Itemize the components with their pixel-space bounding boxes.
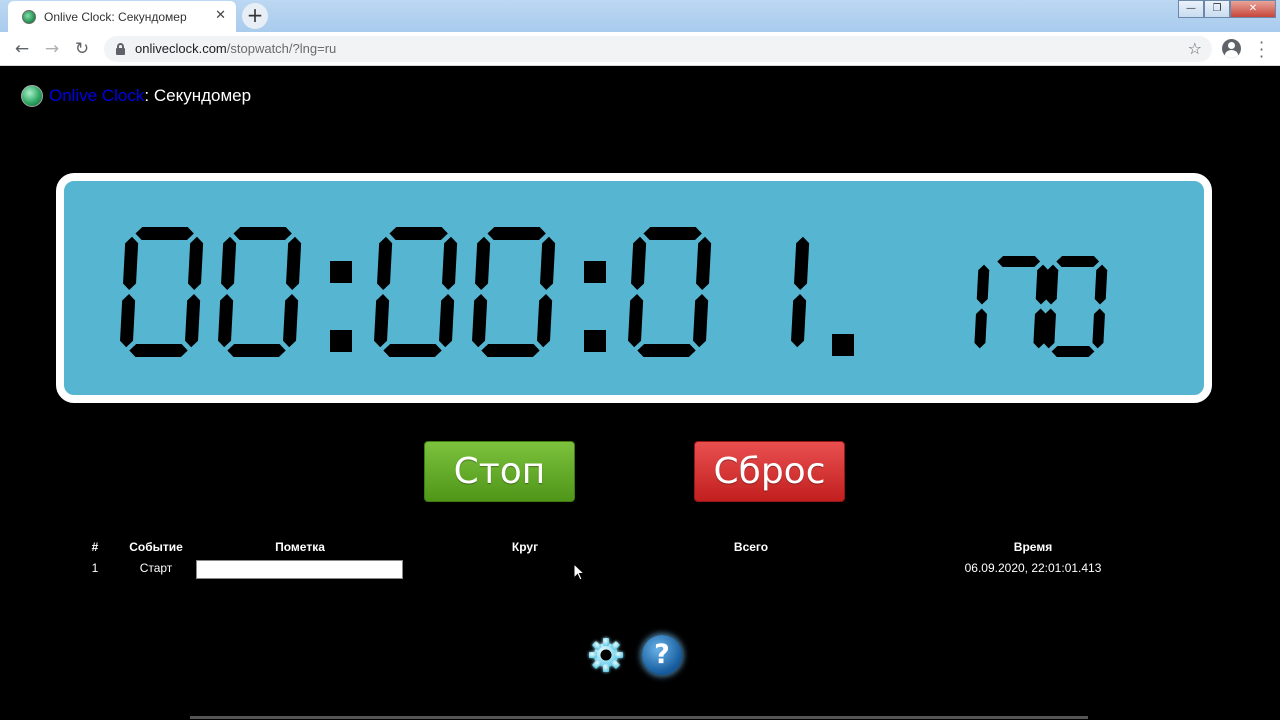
site-logo-icon[interactable] — [21, 85, 43, 107]
row-time: 06.09.2020, 22:01:01.413 — [964, 561, 1102, 575]
profile-icon[interactable] — [1222, 39, 1241, 58]
lock-icon[interactable] — [116, 43, 125, 55]
gear-icon[interactable] — [586, 635, 626, 675]
colon-dot — [330, 261, 352, 283]
digit — [997, 256, 1049, 349]
digit — [374, 227, 458, 357]
forward-icon[interactable]: → — [41, 38, 63, 60]
table-row: 1 Старт 06.09.2020, 22:01:01.413 — [0, 540, 1280, 579]
row-event: Старт — [139, 561, 173, 575]
digit — [974, 264, 990, 349]
page-title: Секундомер — [153, 86, 252, 105]
new-tab-button[interactable]: + — [242, 3, 268, 29]
digit — [1043, 256, 1108, 357]
digit — [218, 227, 302, 357]
stop-button[interactable]: Стоп — [424, 441, 575, 502]
reload-icon[interactable]: ↻ — [71, 38, 93, 60]
note-input[interactable] — [196, 560, 403, 579]
back-icon[interactable]: ← — [11, 38, 33, 60]
url-host: onliveclock.com — [135, 41, 227, 56]
menu-kebab-icon[interactable]: · · · — [1259, 35, 1264, 65]
minimize-button[interactable]: — — [1178, 0, 1204, 18]
browser-tab-bar: Onlive Clock: Секундомер ✕ + — ❐ ✕ — [0, 0, 1280, 32]
reset-button[interactable]: Сброс — [694, 441, 845, 502]
close-window-button[interactable]: ✕ — [1230, 0, 1276, 18]
window-controls: — ❐ ✕ — [1178, 0, 1276, 18]
url-path: /stopwatch/?lng=ru — [226, 41, 337, 56]
url-text: onliveclock.com/stopwatch/?lng=ru — [135, 41, 336, 56]
help-icon[interactable]: ? — [642, 635, 682, 675]
colon-dot — [330, 330, 352, 352]
favicon-icon — [22, 9, 36, 24]
horizontal-scrollbar[interactable] — [190, 716, 1088, 719]
mouse-cursor-icon — [573, 563, 585, 581]
browser-toolbar: ← → ↻ onliveclock.com/stopwatch/?lng=ru … — [0, 32, 1280, 66]
stopwatch-digits — [120, 227, 1108, 357]
address-bar[interactable]: onliveclock.com/stopwatch/?lng=ru ☆ — [104, 36, 1212, 62]
colon-dot — [584, 261, 606, 283]
site-name-link[interactable]: Onlive Clock — [49, 86, 144, 106]
browser-tab[interactable]: Onlive Clock: Секундомер ✕ — [8, 1, 236, 32]
maximize-button[interactable]: ❐ — [1204, 0, 1230, 18]
stopwatch-display — [56, 173, 1212, 403]
digit — [472, 227, 556, 357]
colon-dot — [584, 330, 606, 352]
page-header: Onlive Clock : Секундомер — [21, 85, 251, 107]
bookmark-star-icon[interactable]: ☆ — [1188, 39, 1202, 58]
decimal-point — [832, 334, 854, 356]
digit — [120, 227, 204, 357]
digit — [628, 227, 712, 357]
tab-title: Onlive Clock: Секундомер — [44, 9, 187, 24]
digit — [791, 236, 810, 348]
close-tab-icon[interactable]: ✕ — [215, 8, 226, 23]
separator: : — [144, 86, 154, 105]
row-number: 1 — [91, 561, 99, 575]
